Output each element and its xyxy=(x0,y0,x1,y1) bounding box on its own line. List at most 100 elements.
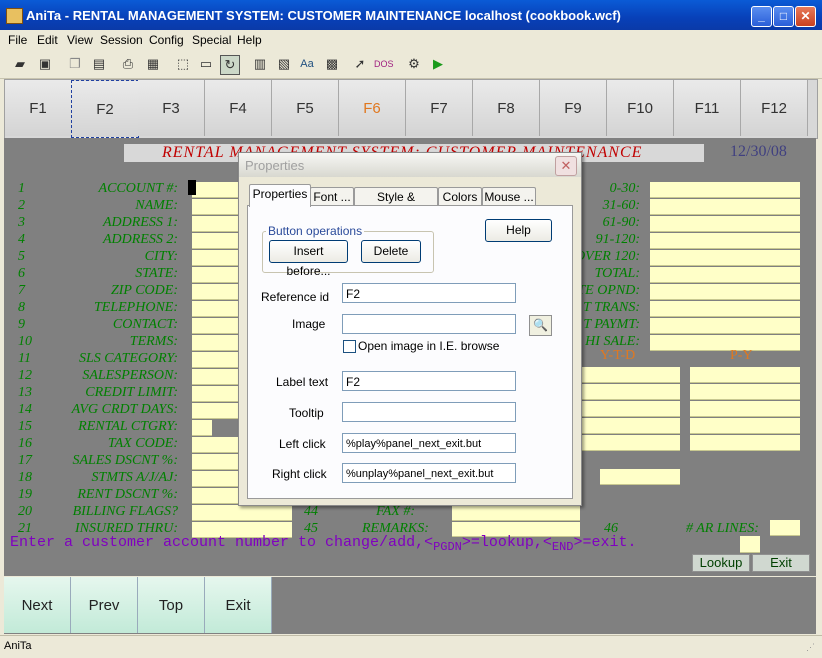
menu-config[interactable]: Config xyxy=(149,33,184,47)
table-icon[interactable]: ▩ xyxy=(323,55,341,73)
maximize-button[interactable]: □ xyxy=(773,6,794,27)
exit-button[interactable]: Exit xyxy=(205,577,272,633)
fkey-f4[interactable]: F4 xyxy=(205,80,272,136)
settings-icon[interactable]: ⚙ xyxy=(405,55,423,73)
ytd-field[interactable] xyxy=(580,418,680,434)
lookup-button[interactable]: Lookup xyxy=(692,554,750,572)
field-input[interactable] xyxy=(192,250,242,266)
fkey-f2[interactable]: F2 xyxy=(71,80,139,138)
label-text-field[interactable]: F2 xyxy=(342,371,516,391)
reference-id-field[interactable]: F2 xyxy=(342,283,516,303)
menu-file[interactable]: File xyxy=(8,33,27,47)
menu-help[interactable]: Help xyxy=(237,33,262,47)
field-input[interactable] xyxy=(192,352,242,368)
tab-font[interactable]: Font ... xyxy=(310,187,354,206)
field-input[interactable] xyxy=(192,403,242,419)
print-icon[interactable]: ⎙ xyxy=(119,55,137,73)
fkey-f9[interactable]: F9 xyxy=(540,80,607,136)
fkey-f1[interactable]: F1 xyxy=(5,80,72,136)
aging-field[interactable] xyxy=(650,199,800,215)
delete-button[interactable]: Delete xyxy=(361,240,421,263)
grid-icon[interactable]: ▥ xyxy=(251,55,269,73)
field-input[interactable] xyxy=(192,471,242,487)
aging-field[interactable] xyxy=(650,233,800,249)
right-click-field[interactable]: %unplay%panel_next_exit.but xyxy=(342,463,516,483)
pointer-icon[interactable]: ➚ xyxy=(351,55,369,73)
fkey-f3[interactable]: F3 xyxy=(138,80,205,136)
open-image-checkbox[interactable] xyxy=(343,340,356,353)
aging-field[interactable] xyxy=(650,250,800,266)
open-folder-icon[interactable]: ▰ xyxy=(11,55,29,73)
font-icon[interactable]: Aa xyxy=(298,55,316,73)
field-input[interactable] xyxy=(192,420,212,436)
play-icon[interactable]: ▶ xyxy=(429,55,447,73)
aging-field[interactable] xyxy=(650,267,800,283)
exit-screen-button[interactable]: Exit xyxy=(752,554,810,572)
tooltip-field[interactable] xyxy=(342,402,516,422)
fkey-f6[interactable]: F6 xyxy=(339,80,406,136)
form-icon[interactable]: ▧ xyxy=(275,55,293,73)
aging-field[interactable] xyxy=(650,284,800,300)
prev-button[interactable]: Prev xyxy=(71,577,138,633)
field-input[interactable] xyxy=(192,199,242,215)
preview-icon[interactable]: ▦ xyxy=(144,55,162,73)
aging-field[interactable] xyxy=(650,301,800,317)
py-field[interactable] xyxy=(690,401,800,417)
ytd-field[interactable] xyxy=(580,367,680,383)
field-input[interactable] xyxy=(192,454,242,470)
close-button[interactable]: ✕ xyxy=(795,6,816,27)
py-field[interactable] xyxy=(690,367,800,383)
aging-field[interactable] xyxy=(650,335,800,351)
tab-mouse[interactable]: Mouse ... xyxy=(482,187,536,206)
field-input[interactable] xyxy=(192,505,292,521)
field-input[interactable] xyxy=(192,488,242,504)
field-input[interactable] xyxy=(192,369,242,385)
aging-field[interactable] xyxy=(650,216,800,232)
aging-field[interactable] xyxy=(650,318,800,334)
ar-lines-field[interactable] xyxy=(770,520,800,536)
py-field[interactable] xyxy=(690,418,800,434)
menu-special[interactable]: Special xyxy=(192,33,231,47)
ytd-field[interactable] xyxy=(580,435,680,451)
field-input[interactable] xyxy=(192,267,242,283)
field-input[interactable] xyxy=(452,505,580,521)
image-field[interactable] xyxy=(342,314,516,334)
field-input[interactable] xyxy=(192,284,242,300)
dialog-close-icon[interactable]: ✕ xyxy=(555,156,577,176)
tab-properties[interactable]: Properties xyxy=(249,184,311,207)
aging-field[interactable] xyxy=(650,182,800,198)
help-button[interactable]: Help xyxy=(485,219,552,242)
prompt-input[interactable] xyxy=(740,536,760,553)
field-input[interactable] xyxy=(192,386,242,402)
label-icon[interactable]: ▭ xyxy=(197,55,215,73)
field-input[interactable] xyxy=(192,335,242,351)
menu-session[interactable]: Session xyxy=(100,33,143,47)
refresh-icon[interactable]: ↻ xyxy=(220,55,240,75)
fkey-f12[interactable]: F12 xyxy=(741,80,808,136)
copy-icon[interactable]: ❐ xyxy=(66,55,84,73)
paste-icon[interactable]: ▤ xyxy=(90,55,108,73)
py-field[interactable] xyxy=(690,384,800,400)
py-field[interactable] xyxy=(690,435,800,451)
fkey-f5[interactable]: F5 xyxy=(272,80,339,136)
dos-icon[interactable]: DOS xyxy=(374,55,394,73)
select-icon[interactable]: ⬚ xyxy=(174,55,192,73)
menu-edit[interactable]: Edit xyxy=(37,33,58,47)
tab-style-position[interactable]: Style & Position xyxy=(354,187,438,222)
field-input[interactable] xyxy=(192,301,242,317)
field-input[interactable] xyxy=(192,437,242,453)
fkey-f10[interactable]: F10 xyxy=(607,80,674,136)
left-click-field[interactable]: %play%panel_next_exit.but xyxy=(342,433,516,453)
menu-view[interactable]: View xyxy=(67,33,93,47)
fkey-f8[interactable]: F8 xyxy=(473,80,540,136)
field-input[interactable] xyxy=(192,233,242,249)
fkey-f11[interactable]: F11 xyxy=(674,80,741,136)
resize-grip-icon[interactable]: ⋰ xyxy=(806,642,815,653)
field-input[interactable] xyxy=(192,216,242,232)
field-input[interactable] xyxy=(192,182,242,198)
ytd-field[interactable] xyxy=(600,469,680,485)
top-button[interactable]: Top xyxy=(138,577,205,633)
save-icon[interactable]: ▣ xyxy=(36,55,54,73)
fkey-f7[interactable]: F7 xyxy=(406,80,473,136)
ytd-field[interactable] xyxy=(580,384,680,400)
